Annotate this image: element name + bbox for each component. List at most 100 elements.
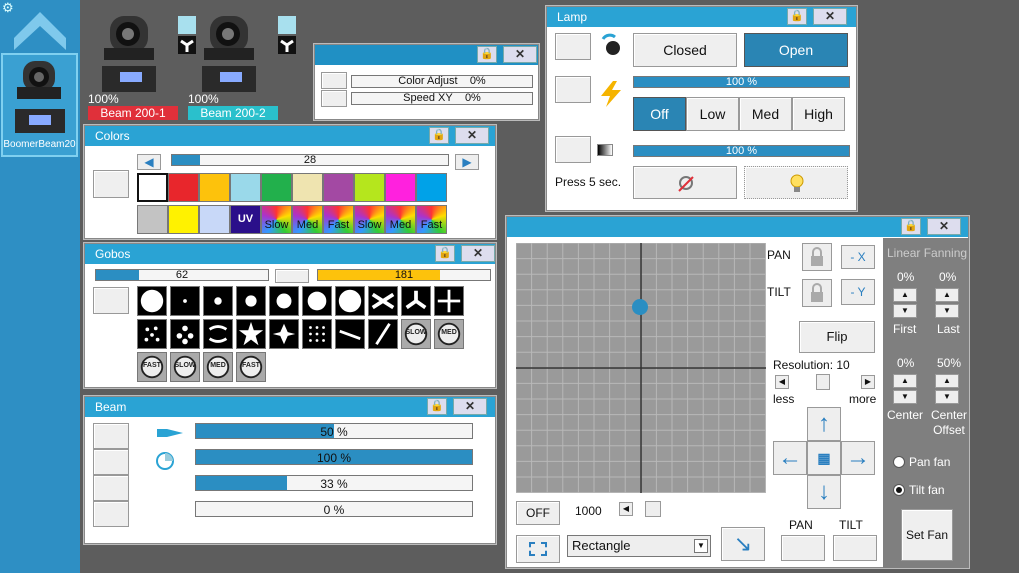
down-arrow-icon[interactable]: ↓ <box>807 475 841 509</box>
gobo-pattern[interactable] <box>269 286 299 316</box>
close-icon[interactable]: ✕ <box>461 245 495 262</box>
pan-tilt-grid[interactable] <box>516 243 766 493</box>
last-down[interactable]: ▼ <box>935 304 959 318</box>
lamp-off-button[interactable] <box>633 166 737 199</box>
center-down[interactable]: ▼ <box>893 390 917 404</box>
beam-bar[interactable]: 100 % <box>195 449 473 465</box>
color-swatch[interactable] <box>168 173 199 202</box>
colors-select-button[interactable] <box>93 170 129 198</box>
uv-swatch[interactable]: UV <box>230 205 261 234</box>
shutter-button[interactable] <box>555 33 591 60</box>
color-swatch[interactable] <box>416 173 447 202</box>
chevron-down-icon[interactable]: ▼ <box>694 539 708 553</box>
gobo-pattern[interactable] <box>401 286 431 316</box>
beam-button-4[interactable] <box>93 501 129 527</box>
gobo-pattern[interactable] <box>137 319 167 349</box>
lock-icon[interactable]: 🔒 <box>429 127 449 144</box>
color-swatch[interactable] <box>292 173 323 202</box>
lock-icon[interactable]: 🔒 <box>787 8 807 25</box>
gobo-pattern[interactable] <box>335 319 365 349</box>
speed-xy-button[interactable] <box>321 90 347 107</box>
dimmer-low-button[interactable]: Low <box>686 97 739 131</box>
gobo-pattern[interactable] <box>203 319 233 349</box>
off-button[interactable]: OFF <box>516 501 560 525</box>
rainbow-swatch[interactable]: Slow <box>354 205 385 234</box>
gobo-pattern[interactable] <box>236 286 266 316</box>
color-adjust-button[interactable] <box>321 72 347 89</box>
gobo-pattern[interactable] <box>335 286 365 316</box>
chevron-up-icon[interactable] <box>14 10 66 50</box>
minus-x-button[interactable]: - X <box>841 245 875 269</box>
diagonal-arrow-icon[interactable]: ↘ <box>721 527 765 561</box>
gobo-mode-button[interactable] <box>275 269 309 283</box>
dimmer-button[interactable] <box>555 76 591 103</box>
lock-icon[interactable]: 🔒 <box>427 398 447 415</box>
gobo-pattern[interactable] <box>368 319 398 349</box>
gobo-pattern[interactable] <box>302 319 332 349</box>
open-button[interactable]: Open <box>744 33 848 67</box>
color-slider[interactable]: 28 <box>171 154 449 166</box>
dimmer-high-button[interactable]: High <box>792 97 845 131</box>
color-swatch[interactable] <box>261 173 292 202</box>
lock-icon[interactable]: 🔒 <box>435 245 455 262</box>
gobo-pattern[interactable] <box>368 286 398 316</box>
gobo-pattern[interactable] <box>170 319 200 349</box>
color-swatch[interactable] <box>137 173 168 202</box>
gobo-pattern[interactable] <box>203 286 233 316</box>
color-swatch[interactable] <box>354 173 385 202</box>
left-arrow-icon[interactable]: ← <box>773 441 807 475</box>
gobo-rotation-button[interactable]: FAST <box>236 352 266 382</box>
intensity-bar[interactable]: 100 % <box>633 76 850 88</box>
lock-icon[interactable]: 🔒 <box>477 46 497 63</box>
pan-lock-icon[interactable] <box>802 243 832 271</box>
next-arrow-icon[interactable]: ▶ <box>455 154 479 170</box>
rainbow-swatch[interactable]: Med <box>385 205 416 234</box>
rainbow-swatch[interactable]: Fast <box>323 205 354 234</box>
color-swatch[interactable] <box>168 205 199 234</box>
rainbow-swatch[interactable]: Slow <box>261 205 292 234</box>
color-swatch[interactable] <box>199 205 230 234</box>
dimmer-off-button[interactable]: Off <box>633 97 686 131</box>
lock-icon[interactable]: 🔒 <box>901 218 921 235</box>
right-arrow-icon[interactable]: → <box>841 441 875 475</box>
strobe-bar[interactable]: 100 % <box>633 145 850 157</box>
close-icon[interactable]: ✕ <box>453 398 487 415</box>
gobo-pattern[interactable] <box>170 286 200 316</box>
close-icon[interactable]: ✕ <box>813 8 847 25</box>
close-icon[interactable]: ✕ <box>455 127 489 144</box>
tilt-fan-radio[interactable] <box>893 484 905 496</box>
center-grid-icon[interactable]: ▦ <box>807 441 841 475</box>
color-swatch[interactable] <box>385 173 416 202</box>
color-swatch[interactable] <box>323 173 354 202</box>
first-down[interactable]: ▼ <box>893 304 917 318</box>
offset-down[interactable]: ▼ <box>935 390 959 404</box>
last-up[interactable]: ▲ <box>935 288 959 302</box>
gobo-rotation-button[interactable]: FAST <box>137 352 167 382</box>
pan-button[interactable] <box>781 535 825 561</box>
prev-arrow-icon[interactable]: ◀ <box>137 154 161 170</box>
flip-button[interactable]: Flip <box>799 321 875 353</box>
gobo-pattern[interactable] <box>434 286 464 316</box>
closed-button[interactable]: Closed <box>633 33 737 67</box>
gobo-pattern[interactable] <box>302 286 332 316</box>
gobo-rotation-button[interactable]: MED <box>434 319 464 349</box>
shape-select[interactable]: Rectangle ▼ <box>567 535 711 557</box>
gobo-rotation-button[interactable]: MED <box>203 352 233 382</box>
color-adjust-bar[interactable]: Color Adjust 0% <box>351 75 533 88</box>
beam-button-3[interactable] <box>93 475 129 501</box>
beam-bar[interactable]: 50 % <box>195 423 473 439</box>
gobo-pattern[interactable] <box>236 319 266 349</box>
gobo-pattern[interactable] <box>269 319 299 349</box>
minus-y-button[interactable]: - Y <box>841 279 875 305</box>
res-right-arrow[interactable]: ▶ <box>861 375 875 389</box>
beam-button-2[interactable] <box>93 449 129 475</box>
resolution-thumb[interactable] <box>816 374 830 390</box>
tilt-button[interactable] <box>833 535 877 561</box>
set-fan-button[interactable]: Set Fan <box>901 509 953 561</box>
color-swatch[interactable] <box>199 173 230 202</box>
strobe-button[interactable] <box>555 136 591 163</box>
gobo-slider-1[interactable]: 62 <box>95 269 269 281</box>
gobos-select-button[interactable] <box>93 287 129 314</box>
beam-bar[interactable]: 0 % <box>195 501 473 517</box>
first-up[interactable]: ▲ <box>893 288 917 302</box>
